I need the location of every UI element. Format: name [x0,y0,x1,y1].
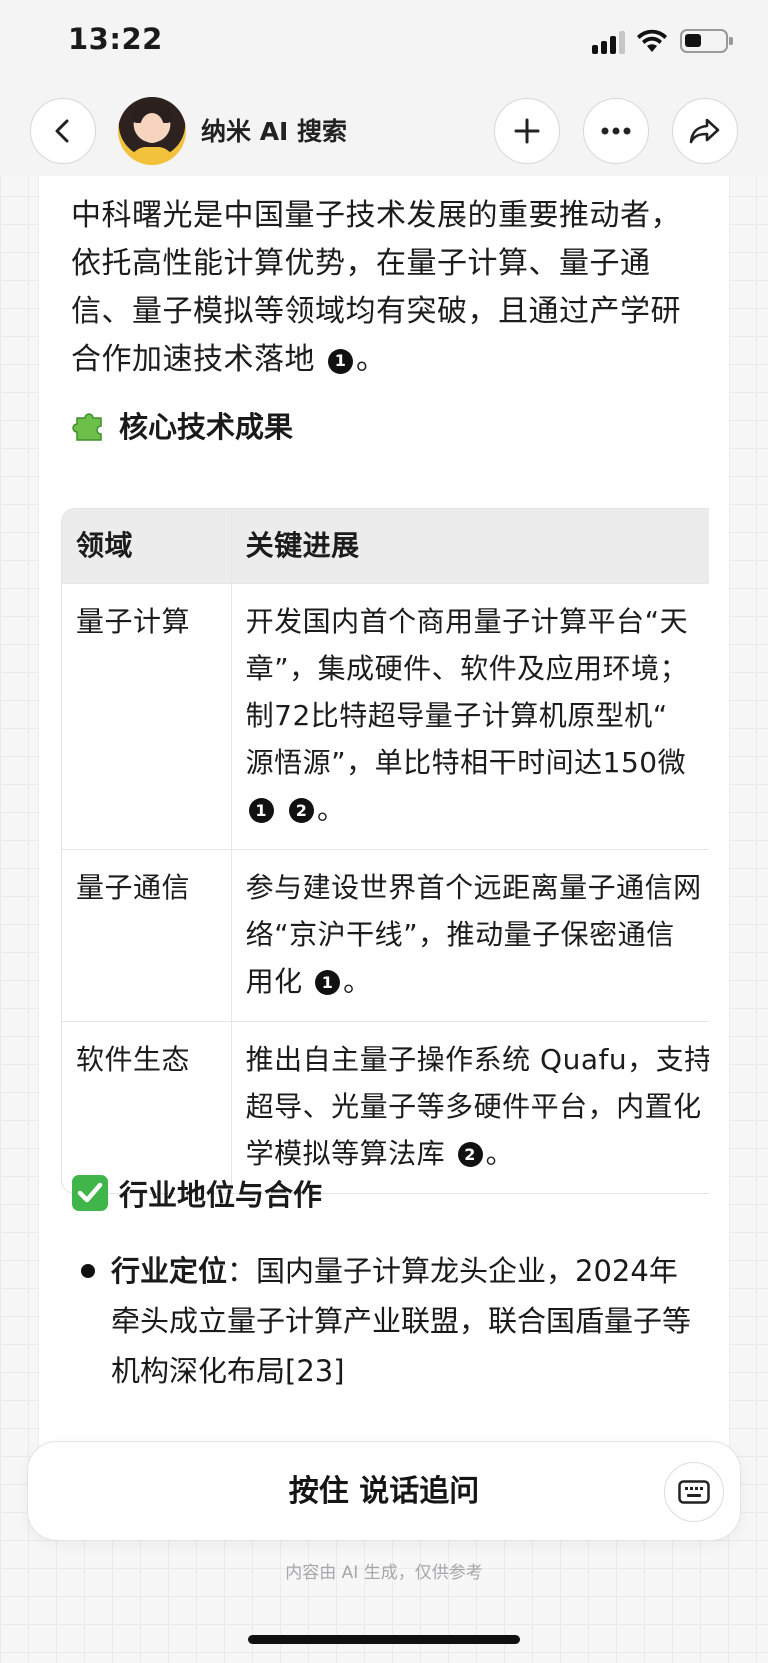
citation-badge[interactable]: 1 [328,348,354,374]
chevron-left-icon [55,119,69,143]
hold-to-talk-label[interactable]: 按住 说话追问 [28,1442,740,1542]
status-time: 13:22 [68,22,163,56]
bullet-label: 行业定位 [111,1254,228,1288]
more-button[interactable] [583,98,649,164]
citation-badge[interactable]: 1 [315,970,341,995]
keyboard-icon [678,1480,710,1504]
back-button[interactable] [30,98,96,164]
check-mark-icon [71,1174,109,1212]
section-heading-core: 核心技术成果 [71,404,293,446]
cellular-signal-icon [592,30,632,54]
table-row: 量子通信 参与建设世界首个远距离量子通信网 络“京沪干线”，推动量子保密通信 用… [62,849,709,1021]
share-icon [689,118,720,144]
status-bar: 13:22 [0,0,768,84]
puzzle-piece-icon [71,406,109,444]
results-table: 领域 关键进展 量子计算 开发国内首个商用量子计算平台“天 章”，集成硬件、软件… [61,508,709,1194]
share-button[interactable] [672,98,738,164]
bullet-dot [81,1264,95,1278]
table-header-progress: 关键进展 [230,509,709,583]
table-header-field: 领域 [62,509,231,583]
intro-end: 。 [356,342,387,377]
table-cell-progress: 参与建设世界首个远距离量子通信网 络“京沪干线”，推动量子保密通信 用化 1。 [230,849,709,1021]
citation-badge[interactable]: 2 [289,798,315,823]
home-indicator[interactable] [248,1635,520,1644]
avatar[interactable] [118,97,186,165]
citation-badge[interactable]: 1 [248,798,274,823]
table-row: 量子计算 开发国内首个商用量子计算平台“天 章”，集成硬件、软件及应用环境； 制… [62,583,709,849]
voice-input-bar[interactable]: 按住 说话追问 [27,1441,741,1541]
plus-icon [514,118,540,144]
citation-badge[interactable]: 2 [457,1142,483,1167]
page-title: 纳米 AI 搜索 [201,117,348,146]
table-cell-progress: 开发国内首个商用量子计算平台“天 章”，集成硬件、软件及应用环境； 制72比特超… [230,583,709,849]
table-cell-field: 软件生态 [62,1021,231,1193]
nav-bar: 纳米 AI 搜索 [0,84,768,176]
wifi-icon [637,29,667,52]
table-cell-field: 量子通信 [62,849,231,1021]
table-cell-field: 量子计算 [62,583,231,849]
answer-card: 中科曙光是中国量子技术发展的重要推动者，依托高性能计算优势，在量子计算、量子通信… [38,176,730,1476]
table-cell-progress: 推出自主量子操作系统 Quafu，支持 超导、光量子等多硬件平台，内置化 学模拟… [230,1021,709,1193]
ai-disclaimer: 内容由 AI 生成，仅供参考 [285,1563,483,1583]
section-heading-industry: 行业地位与合作 [71,1172,322,1214]
list-item: 行业定位：国内量子计算龙头企业，2024年牵头成立量子计算产业联盟，联合国盾量子… [71,1246,691,1396]
battery-icon [680,29,733,53]
keyboard-button[interactable] [664,1462,724,1522]
table-row: 软件生态 推出自主量子操作系统 Quafu，支持 超导、光量子等多硬件平台，内置… [62,1021,709,1193]
more-icon [601,127,631,135]
intro-paragraph: 中科曙光是中国量子技术发展的重要推动者，依托高性能计算优势，在量子计算、量子通信… [71,192,711,384]
new-chat-button[interactable] [494,98,560,164]
